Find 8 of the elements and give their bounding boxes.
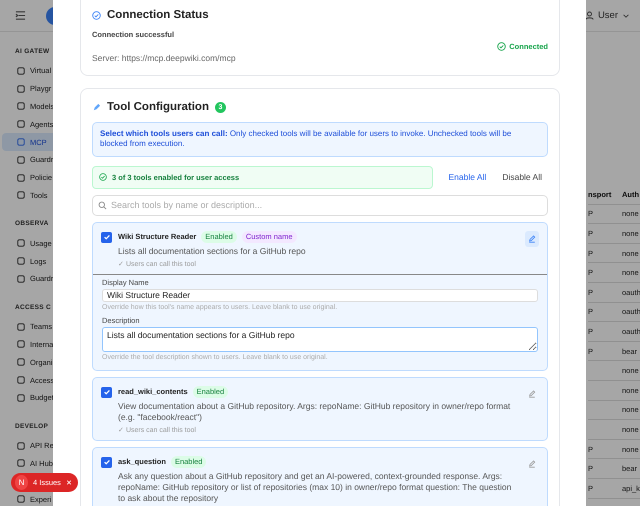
info-banner: Select which tools users can call: Only checked tools will be available for users to invoke. Unchecked tools will be blocked from execution. xyxy=(92,122,548,157)
card-title: Tool Configuration xyxy=(107,101,209,113)
server-url: Server: https://mcp.deepwiki.com/mcp xyxy=(92,53,236,63)
tool-description: View documentation about a GitHub repository. Args: repoName: GitHub repository in owner/repo format (e.g. "facebook/react") xyxy=(118,400,512,423)
card-title: Connection Status xyxy=(107,9,209,21)
avatar: N xyxy=(15,475,28,490)
tool-description: Ask any question about a GitHub repository and get an AI-powered, context-grounded response. Args: repoName: GitHub repository or list of repositories (max 10) in owner/repo format question: The question to ask about the repository xyxy=(118,470,512,504)
tool-description: Lists all documentation sections for a GitHub repo xyxy=(118,246,307,257)
